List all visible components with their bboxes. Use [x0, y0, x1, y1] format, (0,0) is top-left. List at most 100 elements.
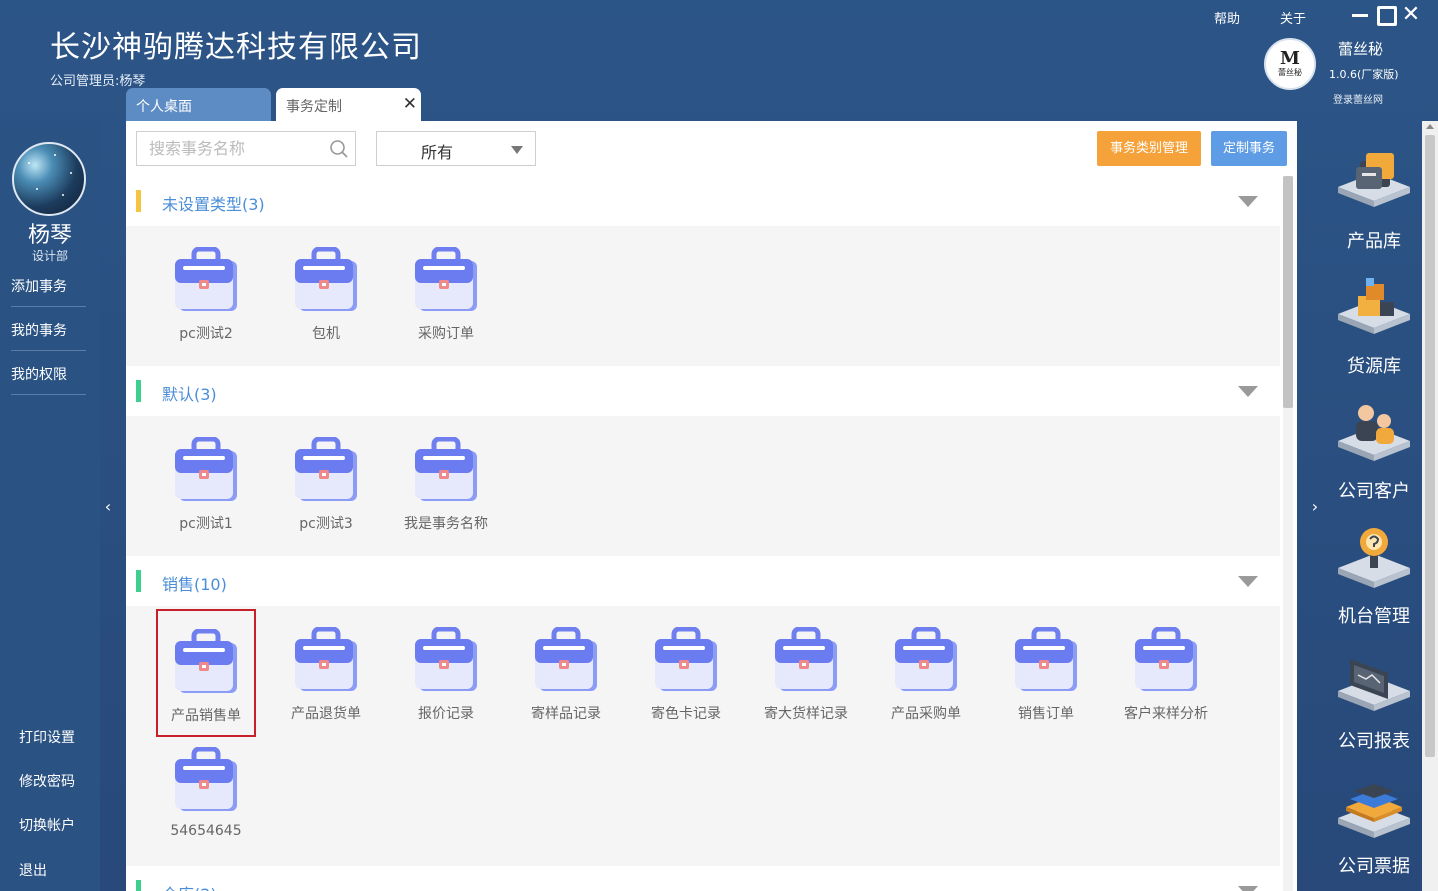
- section-color-bar: [136, 190, 141, 212]
- sidebar-item-logout[interactable]: 退出: [19, 860, 47, 880]
- section-body: 产品销售单 产品退货单 报价记录 寄样品记录 寄色卡记录 寄大货样记录 产品采购单 销售订单 客…: [126, 606, 1280, 866]
- right-menu-item[interactable]: 机台管理: [1319, 524, 1429, 628]
- briefcase-icon: [293, 436, 359, 505]
- collapse-triangle-icon[interactable]: [1238, 386, 1258, 397]
- right-menu-item[interactable]: 公司报表: [1319, 649, 1429, 753]
- affair-item[interactable]: pc测试2: [156, 229, 256, 357]
- company-bill-icon: [1336, 774, 1412, 854]
- company-report-icon: [1336, 649, 1412, 729]
- avatar[interactable]: [12, 142, 86, 216]
- section-color-bar: [136, 570, 141, 592]
- right-menu-label: 公司报表: [1338, 731, 1410, 752]
- main-content: 所有 事务类别管理 定制事务 未设置类型(3) pc测试2 包机 采购订单默认(3) p…: [126, 121, 1297, 891]
- affair-item[interactable]: 客户来样分析: [1116, 609, 1216, 737]
- right-menu-label: 货源库: [1347, 356, 1401, 377]
- affair-item[interactable]: 寄大货样记录: [756, 609, 856, 737]
- affair-item[interactable]: 54654645: [156, 729, 256, 857]
- admin-label: 公司管理员:杨琴: [50, 74, 146, 89]
- brand-logo-mark: M: [1280, 48, 1300, 69]
- section-header[interactable]: 销售(10): [126, 556, 1280, 606]
- briefcase-icon: [893, 626, 959, 695]
- affair-item[interactable]: 产品销售单: [156, 609, 256, 737]
- about-link[interactable]: 关于: [1280, 8, 1306, 27]
- affair-item[interactable]: 报价记录: [396, 609, 496, 737]
- right-sidebar: 产品库 货源库 公司客户 机台管理 公司报表 公司票据: [1297, 121, 1422, 891]
- briefcase-icon: [173, 246, 239, 315]
- sidebar-item-my-permissions[interactable]: 我的权限: [11, 364, 86, 395]
- right-menu-label: 公司客户: [1338, 481, 1410, 502]
- affair-item[interactable]: pc测试1: [156, 419, 256, 547]
- affair-label: 寄大货样记录: [764, 706, 848, 722]
- main-scrollbar[interactable]: [1283, 176, 1293, 891]
- machine-management-icon: [1336, 524, 1412, 604]
- user-dept: 设计部: [31, 249, 68, 263]
- affair-item[interactable]: pc测试3: [276, 419, 376, 547]
- affair-item[interactable]: 采购订单: [396, 229, 496, 357]
- right-menu-label: 机台管理: [1338, 606, 1410, 627]
- sidebar-item-switch-account[interactable]: 切换帐户: [19, 815, 75, 835]
- affair-item[interactable]: 产品退货单: [276, 609, 376, 737]
- filter-value: 所有: [421, 143, 454, 162]
- right-scrollbar[interactable]: [1422, 121, 1438, 891]
- right-menu-item[interactable]: 货源库: [1319, 274, 1429, 378]
- collapse-left-icon[interactable]: ‹: [102, 497, 114, 516]
- right-menu-item[interactable]: 公司票据: [1319, 774, 1429, 878]
- affair-label: 54654645: [170, 823, 242, 839]
- sidebar-item-change-password[interactable]: 修改密码: [19, 771, 75, 791]
- affair-label: 寄样品记录: [531, 706, 601, 722]
- briefcase-icon: [413, 626, 479, 695]
- section-header[interactable]: 默认(3): [126, 366, 1280, 416]
- right-scrollbar-thumb[interactable]: [1425, 135, 1435, 757]
- affair-label: pc测试1: [179, 516, 233, 532]
- right-menu-label: 产品库: [1347, 231, 1401, 252]
- affair-item[interactable]: 产品采购单: [876, 609, 976, 737]
- affair-item[interactable]: 销售订单: [996, 609, 1096, 737]
- section-title: 默认(3): [162, 385, 217, 404]
- briefcase-icon: [293, 246, 359, 315]
- type-filter-select[interactable]: 所有: [376, 131, 536, 166]
- tab-close-icon[interactable]: ✕: [403, 94, 417, 114]
- collapse-triangle-icon[interactable]: [1238, 196, 1258, 207]
- sidebar-item-my-affairs[interactable]: 我的事务: [11, 320, 86, 351]
- briefcase-icon: [1133, 626, 1199, 695]
- brand-logo: M 蕾丝秘: [1264, 38, 1316, 90]
- sidebar-item-print-settings[interactable]: 打印设置: [19, 727, 75, 747]
- affair-label: 销售订单: [1018, 706, 1074, 722]
- briefcase-icon: [413, 436, 479, 505]
- login-link[interactable]: 登录蕾丝网: [1333, 91, 1383, 106]
- tab-affair-custom[interactable]: 事务定制 ✕: [276, 88, 421, 121]
- custom-affair-button[interactable]: 定制事务: [1211, 131, 1287, 166]
- section-header[interactable]: 未设置类型(3): [126, 176, 1280, 226]
- collapse-triangle-icon[interactable]: [1238, 576, 1258, 587]
- affair-item[interactable]: 我是事务名称: [396, 419, 496, 547]
- affair-item[interactable]: 寄色卡记录: [636, 609, 736, 737]
- product-library-icon: [1336, 149, 1412, 229]
- maximize-button[interactable]: [1375, 4, 1397, 26]
- affair-label: 采购订单: [418, 326, 474, 342]
- section-body: pc测试2 包机 采购订单: [126, 226, 1280, 366]
- sidebar-item-add-affair[interactable]: 添加事务: [11, 276, 86, 307]
- section-header[interactable]: 仓库(2): [126, 866, 1280, 891]
- category-manage-button[interactable]: 事务类别管理: [1097, 131, 1201, 166]
- collapse-triangle-icon[interactable]: [1238, 886, 1258, 891]
- main-scrollbar-thumb[interactable]: [1283, 176, 1293, 408]
- briefcase-icon: [1013, 626, 1079, 695]
- affair-label: pc测试2: [179, 326, 233, 342]
- search-input[interactable]: [149, 139, 329, 158]
- affair-item[interactable]: 寄样品记录: [516, 609, 616, 737]
- affair-label: 我是事务名称: [404, 516, 488, 532]
- scroll-up-icon[interactable]: [1426, 124, 1434, 129]
- left-sidebar: 杨琴 设计部 添加事务 我的事务 我的权限 打印设置 修改密码 切换帐户 退出: [0, 121, 100, 891]
- right-menu-item[interactable]: 产品库: [1319, 149, 1429, 253]
- affair-item[interactable]: 包机: [276, 229, 376, 357]
- section-title: 未设置类型(3): [162, 195, 265, 214]
- minimize-button[interactable]: [1350, 4, 1372, 26]
- help-link[interactable]: 帮助: [1214, 8, 1240, 27]
- tab-personal-desktop[interactable]: 个人桌面: [126, 88, 271, 121]
- close-window-button[interactable]: ✕: [1400, 4, 1422, 26]
- search-box[interactable]: [136, 131, 356, 166]
- briefcase-icon: [173, 628, 239, 697]
- right-menu-item[interactable]: 公司客户: [1319, 399, 1429, 503]
- search-icon[interactable]: [329, 139, 349, 159]
- briefcase-icon: [173, 746, 239, 815]
